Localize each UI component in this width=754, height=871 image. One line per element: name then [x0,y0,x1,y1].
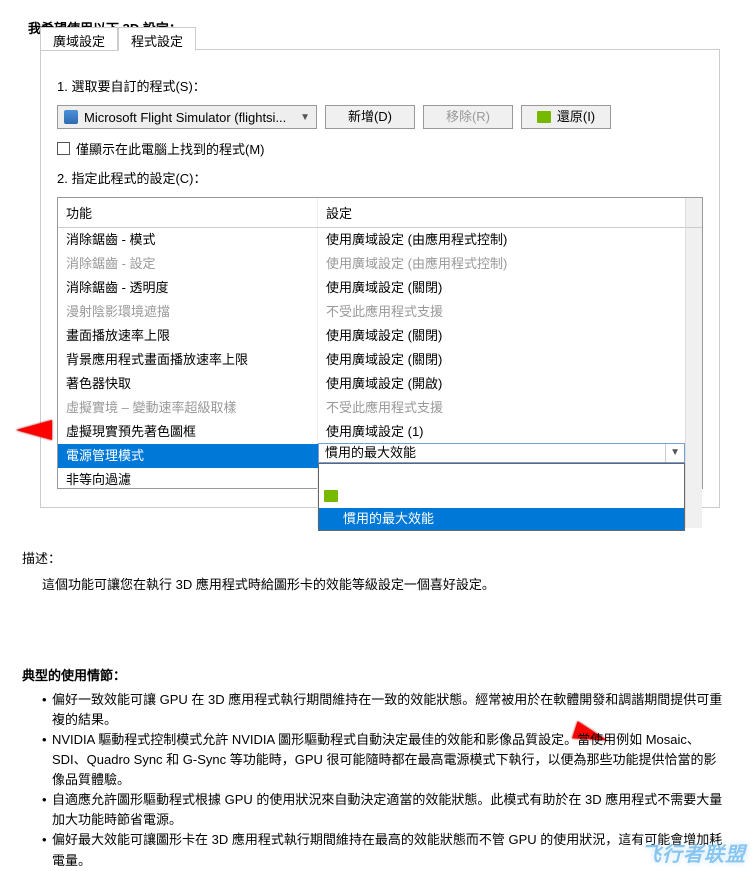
table-row[interactable]: 消除鋸齒 - 模式使用廣域設定 (由應用程式控制) [58,228,702,252]
add-button[interactable]: 新增(D) [325,105,415,129]
description-heading: 描述： [22,548,730,567]
usage-item: NVIDIA 驅動程式控制模式允許 NVIDIA 圖形驅動程式自動決定最佳的效能… [42,730,726,790]
description-text: 這個功能可讓您在執行 3D 應用程式時給圖形卡的效能等級設定一個喜好設定。 [22,575,730,595]
program-name: Microsoft Flight Simulator (flightsi... [84,110,286,125]
usage-heading: 典型的使用情節： [22,665,730,684]
app-icon [64,110,78,124]
setting-cell: 使用廣域設定 (由應用程式控制) [318,228,685,252]
tab-global[interactable]: 廣域設定 [40,27,118,51]
table-row[interactable]: 畫面播放速率上限使用廣域設定 (關閉) [58,324,702,348]
table-row[interactable]: 虛擬實境 – 變動速率超級取樣不受此應用程式支援 [58,396,702,420]
table-row[interactable]: 背景應用程式畫面播放速率上限使用廣域設定 (關閉) [58,348,702,372]
table-header: 功能 設定 [58,198,702,228]
feature-cell: 畫面播放速率上限 [58,324,318,348]
setting-cell: 使用廣域設定 (關閉) [318,276,685,300]
dropdown-list: 使用廣域設定 (正常)正常慣用的最大效能 [318,463,685,531]
setting-cell: 不受此應用程式支援 [318,396,685,420]
setting-cell: 使用廣域設定 (關閉) [318,324,685,348]
feature-cell: 消除鋸齒 - 模式 [58,228,318,252]
feature-cell: 非等向過濾 [58,468,318,528]
program-select[interactable]: Microsoft Flight Simulator (flightsi... … [57,105,317,129]
setting-cell: 使用廣域設定 (關閉) [318,348,685,372]
feature-cell: 消除鋸齒 - 透明度 [58,276,318,300]
tab-program[interactable]: 程式設定 [118,27,196,51]
remove-button: 移除(R) [423,105,513,129]
feature-cell: 背景應用程式畫面播放速率上限 [58,348,318,372]
setting-cell: 使用廣域設定 (開啟) [318,372,685,396]
usage-list: 偏好一致效能可讓 GPU 在 3D 應用程式執行期間維持在一致的效能狀態。經常被… [22,684,730,871]
table-row[interactable]: 漫射陰影環境遮擋不受此應用程式支援 [58,300,702,324]
table-row[interactable]: 消除鋸齒 - 設定使用廣域設定 (由應用程式控制) [58,252,702,276]
step1-label: 1. 選取要自訂的程式(S)： [57,76,703,95]
settings-panel: 廣域設定 程式設定 1. 選取要自訂的程式(S)： Microsoft Flig… [40,49,720,508]
scrollbar[interactable] [685,198,702,227]
dropdown-value: 慣用的最大效能 [319,443,416,463]
only-local-checkbox[interactable] [57,142,70,155]
dropdown-option-highlighted[interactable]: 慣用的最大效能 [319,508,684,530]
setting-cell: 使用廣域設定 (1) [318,420,685,444]
feature-cell: 著色器快取 [58,372,318,396]
restore-button[interactable]: 還原(I) [521,105,611,129]
nvidia-icon [324,490,338,502]
tabs: 廣域設定 程式設定 [40,27,196,51]
feature-cell: 電源管理模式 [58,444,318,468]
dropdown-option[interactable]: 使用廣域設定 (正常) [319,464,684,486]
table-row-selected[interactable]: 電源管理模式慣用的最大效能▼使用廣域設定 (正常)正常慣用的最大效能 [58,444,702,468]
usage-item: 偏好一致效能可讓 GPU 在 3D 應用程式執行期間維持在一致的效能狀態。經常被… [42,690,726,730]
chevron-down-icon: ▼ [665,444,684,462]
chevron-down-icon: ▼ [300,112,310,123]
setting-dropdown[interactable]: 慣用的最大效能▼使用廣域設定 (正常)正常慣用的最大效能 [318,444,685,468]
settings-table: 功能 設定 消除鋸齒 - 模式使用廣域設定 (由應用程式控制)消除鋸齒 - 設定… [57,197,703,489]
feature-cell: 虛擬現實預先著色圖框 [58,420,318,444]
setting-cell: 不受此應用程式支援 [318,300,685,324]
usage-item: 自適應允許圖形驅動程式根據 GPU 的使用狀況來自動決定適當的效能狀態。此模式有… [42,790,726,830]
dropdown-option[interactable]: 正常 [319,486,684,508]
feature-cell: 消除鋸齒 - 設定 [58,252,318,276]
col-feature: 功能 [58,198,318,227]
col-setting: 設定 [318,198,685,227]
feature-cell: 虛擬實境 – 變動速率超級取樣 [58,396,318,420]
table-row[interactable]: 消除鋸齒 - 透明度使用廣域設定 (關閉) [58,276,702,300]
step2-label: 2. 指定此程式的設定(C)： [57,168,703,187]
table-body: 消除鋸齒 - 模式使用廣域設定 (由應用程式控制)消除鋸齒 - 設定使用廣域設定… [58,228,702,488]
table-row[interactable]: 虛擬現實預先著色圖框使用廣域設定 (1) [58,420,702,444]
arrow-annotation-1 [16,420,52,440]
usage-item: 偏好最大效能可讓圖形卡在 3D 應用程式執行期間維持在最高的效能狀態而不管 GP… [42,830,726,870]
only-local-label: 僅顯示在此電腦上找到的程式(M) [76,139,265,158]
nvidia-icon [537,111,551,123]
usage-section: 典型的使用情節： 偏好一致效能可讓 GPU 在 3D 應用程式執行期間維持在一致… [0,595,754,871]
table-row[interactable]: 著色器快取使用廣域設定 (開啟) [58,372,702,396]
feature-cell: 漫射陰影環境遮擋 [58,300,318,324]
setting-cell: 使用廣域設定 (由應用程式控制) [318,252,685,276]
